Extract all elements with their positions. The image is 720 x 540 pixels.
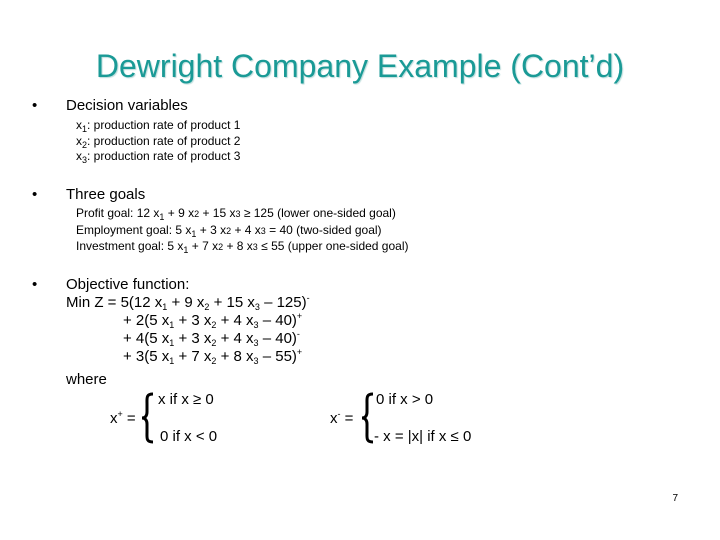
objective-line-1: Min Z = 5(12 x1 + 9 x2 + 15 x3 – 125)- bbox=[66, 293, 310, 312]
x-plus-case-1: x if x ≥ 0 bbox=[158, 391, 214, 408]
goals-heading: Three goals bbox=[66, 186, 146, 203]
where-label: where bbox=[66, 371, 107, 388]
decision-variable-item: x1: production rate of product 1 bbox=[76, 118, 241, 134]
decision-variables-heading: Decision variables bbox=[66, 97, 188, 114]
x-plus-case-2: 0 if x < 0 bbox=[160, 428, 218, 445]
left-brace-icon bbox=[141, 392, 154, 444]
goal-item-employment: Employment goal: 5 x1 + 3 x2 + 4 x3 = 40… bbox=[76, 222, 382, 239]
x-minus-case-1: 0 if x > 0 bbox=[376, 391, 434, 408]
bullet-icon: • bbox=[32, 97, 38, 114]
x-plus-lhs: x+ = bbox=[110, 409, 136, 428]
objective-line-4: + 3(5 x1 + 7 x2 + 8 x3 – 55)+ bbox=[123, 347, 303, 366]
decision-variables-list: x1: production rate of product 1 x2: pro… bbox=[76, 118, 240, 165]
bullet-icon: • bbox=[32, 276, 38, 293]
decision-variable-item: x3: production rate of product 3 bbox=[76, 149, 241, 165]
slide-title: Dewright Company Example (Cont’d) bbox=[95, 48, 625, 84]
decision-variable-item: x2: production rate of product 2 bbox=[76, 133, 241, 150]
goal-item-investment: Investment goal: 5 x1 + 7 x2 + 8 x3 ≤ 55… bbox=[76, 239, 409, 255]
goal-item-profit: Profit goal: 12 x1 + 9 x2 + 15 x3 ≥ 125 … bbox=[76, 206, 396, 222]
objective-heading: Objective function: bbox=[66, 276, 190, 293]
x-minus-lhs: x- = bbox=[330, 409, 354, 428]
page-number: 7 bbox=[672, 493, 678, 504]
x-minus-case-2: - x = |x| if x ≤ 0 bbox=[374, 428, 472, 445]
bullet-icon: • bbox=[32, 186, 38, 203]
objective-line-3: + 4(5 x1 + 3 x2 + 4 x3 – 40)- bbox=[123, 329, 300, 348]
goals-list: Profit goal: 12 x1 + 9 x2 + 15 x3 ≥ 125 … bbox=[76, 206, 409, 256]
objective-line-2: + 2(5 x1 + 3 x2 + 4 x3 – 40)+ bbox=[123, 311, 303, 330]
